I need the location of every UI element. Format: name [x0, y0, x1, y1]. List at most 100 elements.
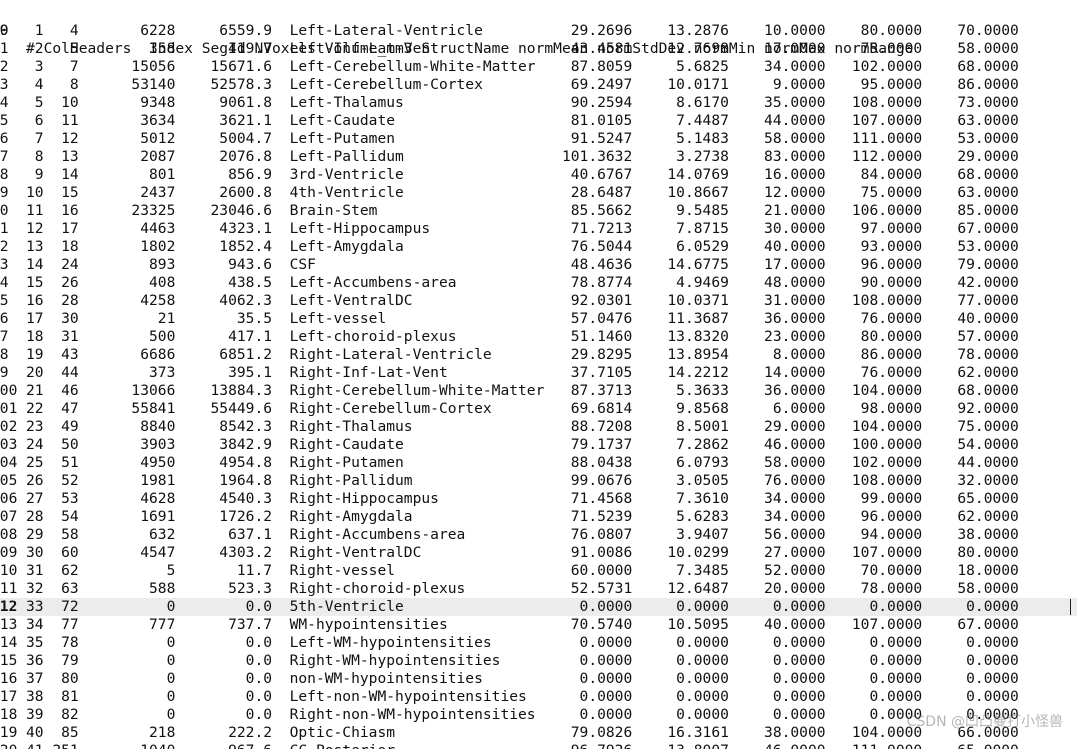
- editor-line[interactable]: 113 34 77 777 737.7 WM-hypointensities 70…: [0, 616, 1077, 634]
- line-number: 83: [0, 76, 9, 93]
- line-number: 102: [0, 418, 18, 435]
- line-text[interactable]: 41 251 1040 967.6 CC_Posterior 96.7926 1…: [26, 742, 1019, 749]
- editor-line[interactable]: 83 4 8 53140 52578.3 Left-Cerebellum-Cor…: [0, 76, 1077, 94]
- editor-line[interactable]: 109 30 60 4547 4303.2 Right-VentralDC 91.…: [0, 544, 1077, 562]
- editor-line[interactable]: 91 12 17 4463 4323.1 Left-Hippocampus 71.…: [0, 220, 1077, 238]
- line-text[interactable]: 34 77 777 737.7 WM-hypointensities 70.57…: [26, 616, 1019, 634]
- line-text[interactable]: 11 16 23325 23046.6 Brain-Stem 85.5662 9…: [26, 202, 1019, 220]
- line-number: 99: [0, 364, 9, 381]
- line-text[interactable]: 26 52 1981 1964.8 Right-Pallidum 99.0676…: [26, 472, 1019, 490]
- line-text[interactable]: 37 80 0 0.0 non-WM-hypointensities 0.000…: [26, 670, 1019, 688]
- line-text[interactable]: 29 58 632 637.1 Right-Accumbens-area 76.…: [26, 526, 1019, 544]
- line-text[interactable]: 25 51 4950 4954.8 Right-Putamen 88.0438 …: [26, 454, 1019, 472]
- line-text[interactable]: 3 7 15056 15671.6 Left-Cerebellum-White-…: [26, 58, 1019, 76]
- line-text[interactable]: 10 15 2437 2600.8 4th-Ventricle 28.6487 …: [26, 184, 1019, 202]
- line-number: 92: [0, 238, 9, 255]
- line-text[interactable]: 24 50 3903 3842.9 Right-Caudate 79.1737 …: [26, 436, 1019, 454]
- editor-line[interactable]: 103 24 50 3903 3842.9 Right-Caudate 79.17…: [0, 436, 1077, 454]
- line-text[interactable]: 6 11 3634 3621.1 Left-Caudate 81.0105 7.…: [26, 112, 1019, 130]
- editor-line[interactable]: 80 1 4 6228 6559.9 Left-Lateral-Ventricl…: [0, 22, 1077, 40]
- editor-line[interactable]: 97 18 31 500 417.1 Left-choroid-plexus 51…: [0, 328, 1077, 346]
- line-text[interactable]: 19 43 6686 6851.2 Right-Lateral-Ventricl…: [26, 346, 1019, 364]
- line-number: 88: [0, 166, 9, 183]
- editor-line[interactable]: 107 28 54 1691 1726.2 Right-Amygdala 71.5…: [0, 508, 1077, 526]
- editor-line[interactable]: 100 21 46 13066 13884.3 Right-Cerebellum-…: [0, 382, 1077, 400]
- line-number: 114: [0, 634, 18, 651]
- line-number: 104: [0, 454, 18, 471]
- editor-line[interactable]: 84 5 10 9348 9061.8 Left-Thalamus 90.259…: [0, 94, 1077, 112]
- editor-line[interactable]: 99 20 44 373 395.1 Right-Inf-Lat-Vent 37.…: [0, 364, 1077, 382]
- line-text[interactable]: 21 46 13066 13884.3 Right-Cerebellum-Whi…: [26, 382, 1019, 400]
- editor-line[interactable]: 111 32 63 588 523.3 Right-choroid-plexus …: [0, 580, 1077, 598]
- line-text[interactable]: 27 53 4628 4540.3 Right-Hippocampus 71.4…: [26, 490, 1019, 508]
- line-text[interactable]: 36 79 0 0.0 Right-WM-hypointensities 0.0…: [26, 652, 1019, 670]
- editor-line[interactable]: 90 11 16 23325 23046.6 Brain-Stem 85.5662…: [0, 202, 1077, 220]
- line-text[interactable]: 17 30 21 35.5 Left-vessel 57.0476 11.368…: [26, 310, 1019, 328]
- header-line[interactable]: 79 # ColHeaders Index SegId NVoxels Volu…: [0, 4, 1077, 57]
- editor-line[interactable]: 93 14 24 893 943.6 CSF 48.4636 14.6775 17…: [0, 256, 1077, 274]
- line-text[interactable]: 4 8 53140 52578.3 Left-Cerebellum-Cortex…: [26, 76, 1019, 94]
- editor-line[interactable]: 94 15 26 408 438.5 Left-Accumbens-area 78…: [0, 274, 1077, 292]
- line-text[interactable]: 5 10 9348 9061.8 Left-Thalamus 90.2594 8…: [26, 94, 1019, 112]
- editor-line[interactable]: 81 2 5 358 419.7 Left-Inf-Lat-Vent 43.45…: [0, 40, 1077, 58]
- editor-line[interactable]: 88 9 14 801 856.9 3rd-Ventricle 40.6767 …: [0, 166, 1077, 184]
- line-text[interactable]: 28 54 1691 1726.2 Right-Amygdala 71.5239…: [26, 508, 1019, 526]
- editor-line[interactable]: 89 10 15 2437 2600.8 4th-Ventricle 28.648…: [0, 184, 1077, 202]
- line-text[interactable]: 30 60 4547 4303.2 Right-VentralDC 91.008…: [26, 544, 1019, 562]
- line-text[interactable]: 35 78 0 0.0 Left-WM-hypointensities 0.00…: [26, 634, 1019, 652]
- line-number: 107: [0, 508, 18, 525]
- line-text[interactable]: 9 14 801 856.9 3rd-Ventricle 40.6767 14.…: [26, 166, 1019, 184]
- line-number: 112: [0, 598, 18, 615]
- line-text[interactable]: 18 31 500 417.1 Left-choroid-plexus 51.1…: [26, 328, 1019, 346]
- line-number: 103: [0, 436, 18, 453]
- editor-line[interactable]: 92 13 18 1802 1852.4 Left-Amygdala 76.504…: [0, 238, 1077, 256]
- editor-line[interactable]: 120 41 251 1040 967.6 CC_Posterior 96.792…: [0, 742, 1077, 749]
- line-text[interactable]: 16 28 4258 4062.3 Left-VentralDC 92.0301…: [26, 292, 1019, 310]
- line-text[interactable]: 13 18 1802 1852.4 Left-Amygdala 76.5044 …: [26, 238, 1019, 256]
- line-text[interactable]: 39 82 0 0.0 Right-non-WM-hypointensities…: [26, 706, 1019, 724]
- line-text[interactable]: 40 85 218 222.2 Optic-Chiasm 79.0826 16.…: [26, 724, 1019, 742]
- editor-line[interactable]: 108 29 58 632 637.1 Right-Accumbens-area …: [0, 526, 1077, 544]
- editor-line[interactable]: 110 31 62 5 11.7 Right-vessel 60.0000 7.3…: [0, 562, 1077, 580]
- line-number: 120: [0, 742, 21, 749]
- line-text[interactable]: 15 26 408 438.5 Left-Accumbens-area 78.8…: [26, 274, 1019, 292]
- editor-line[interactable]: 96 17 30 21 35.5 Left-vessel 57.0476 11.3…: [0, 310, 1077, 328]
- editor-line[interactable]: 98 19 43 6686 6851.2 Right-Lateral-Ventri…: [0, 346, 1077, 364]
- editor-line[interactable]: 82 3 7 15056 15671.6 Left-Cerebellum-Whi…: [0, 58, 1077, 76]
- line-text[interactable]: 32 63 588 523.3 Right-choroid-plexus 52.…: [26, 580, 1019, 598]
- editor-line[interactable]: 101 22 47 55841 55449.6 Right-Cerebellum-…: [0, 400, 1077, 418]
- line-text[interactable]: 8 13 2087 2076.8 Left-Pallidum 101.3632 …: [26, 148, 1019, 166]
- line-number: 119: [0, 724, 18, 741]
- line-text[interactable]: 12 17 4463 4323.1 Left-Hippocampus 71.72…: [26, 220, 1019, 238]
- line-text[interactable]: 33 72 0 0.0 5th-Ventricle 0.0000 0.0000 …: [26, 598, 1019, 616]
- line-text[interactable]: 7 12 5012 5004.7 Left-Putamen 91.5247 5.…: [26, 130, 1019, 148]
- line-number: 91: [0, 220, 9, 237]
- editor-line[interactable]: 116 37 80 0 0.0 non-WM-hypointensities 0.…: [0, 670, 1077, 688]
- line-number: 84: [0, 94, 9, 111]
- editor-line[interactable]: 112 33 72 0 0.0 5th-Ventricle 0.0000 0.00…: [0, 598, 1077, 616]
- editor-line[interactable]: 85 6 11 3634 3621.1 Left-Caudate 81.0105…: [0, 112, 1077, 130]
- line-text[interactable]: 31 62 5 11.7 Right-vessel 60.0000 7.3485…: [26, 562, 1019, 580]
- line-text[interactable]: 14 24 893 943.6 CSF 48.4636 14.6775 17.0…: [26, 256, 1019, 274]
- editor-line[interactable]: 104 25 51 4950 4954.8 Right-Putamen 88.04…: [0, 454, 1077, 472]
- line-text[interactable]: 23 49 8840 8542.3 Right-Thalamus 88.7208…: [26, 418, 1019, 436]
- editor-line[interactable]: 105 26 52 1981 1964.8 Right-Pallidum 99.0…: [0, 472, 1077, 490]
- line-number: 97: [0, 328, 9, 345]
- text-editor[interactable]: 79 # ColHeaders Index SegId NVoxels Volu…: [0, 0, 1077, 749]
- line-text[interactable]: 20 44 373 395.1 Right-Inf-Lat-Vent 37.71…: [26, 364, 1019, 382]
- editor-line[interactable]: 114 35 78 0 0.0 Left-WM-hypointensities 0…: [0, 634, 1077, 652]
- editor-line[interactable]: 106 27 53 4628 4540.3 Right-Hippocampus 7…: [0, 490, 1077, 508]
- line-number: 86: [0, 130, 9, 147]
- line-number: 118: [0, 706, 18, 723]
- editor-line[interactable]: 95 16 28 4258 4062.3 Left-VentralDC 92.03…: [0, 292, 1077, 310]
- editor-line[interactable]: 117 38 81 0 0.0 Left-non-WM-hypointensiti…: [0, 688, 1077, 706]
- line-number: 113: [0, 616, 18, 633]
- line-text[interactable]: 1 4 6228 6559.9 Left-Lateral-Ventricle 2…: [26, 22, 1019, 40]
- line-text[interactable]: 22 47 55841 55449.6 Right-Cerebellum-Cor…: [26, 400, 1019, 418]
- editor-line[interactable]: 87 8 13 2087 2076.8 Left-Pallidum 101.36…: [0, 148, 1077, 166]
- editor-line[interactable]: 102 23 49 8840 8542.3 Right-Thalamus 88.7…: [0, 418, 1077, 436]
- line-text[interactable]: 38 81 0 0.0 Left-non-WM-hypointensities …: [26, 688, 1019, 706]
- line-text[interactable]: 2 5 358 419.7 Left-Inf-Lat-Vent 43.4581 …: [26, 40, 1019, 58]
- editor-line[interactable]: 115 36 79 0 0.0 Right-WM-hypointensities …: [0, 652, 1077, 670]
- editor-line[interactable]: 86 7 12 5012 5004.7 Left-Putamen 91.5247…: [0, 130, 1077, 148]
